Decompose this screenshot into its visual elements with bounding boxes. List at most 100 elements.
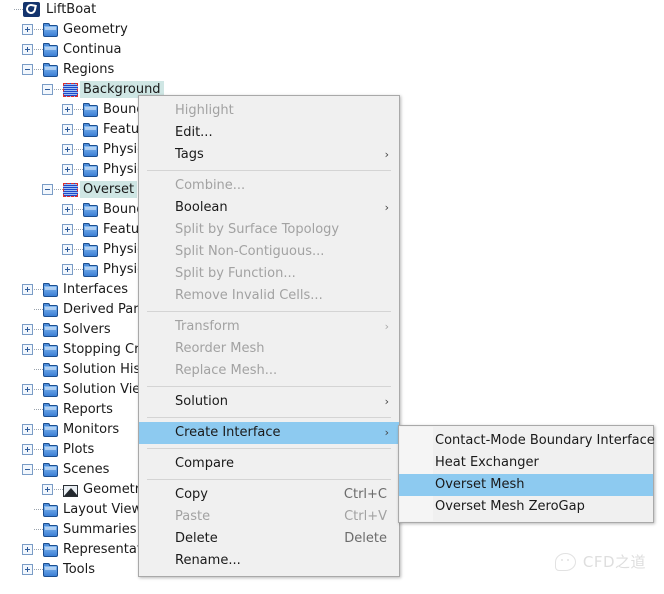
expand-icon[interactable] (22, 444, 33, 455)
menu-item: Replace Mesh... (139, 360, 399, 382)
menu-item-label: Combine... (175, 178, 246, 193)
folder-icon (43, 43, 58, 57)
tree-item-label: Layout Views (63, 502, 149, 517)
folder-icon (43, 423, 58, 437)
menu-separator (147, 170, 391, 171)
menu-item[interactable]: Edit... (139, 122, 399, 144)
expand-icon[interactable] (22, 24, 33, 35)
expand-icon[interactable] (22, 324, 33, 335)
folder-icon (83, 243, 98, 257)
expand-icon[interactable] (62, 244, 73, 255)
expand-icon[interactable] (22, 424, 33, 435)
collapse-icon[interactable] (42, 184, 53, 195)
tree-item[interactable]: Geometry (0, 20, 420, 40)
tree-connector (74, 249, 83, 251)
folder-icon (83, 203, 98, 217)
menu-item-label: Split Non-Contiguous... (175, 244, 325, 259)
tree-connector (74, 209, 83, 211)
context-menu[interactable]: Highlight Edit... Tags › Combine... Boolean › S… (138, 95, 400, 577)
create-interface-submenu[interactable]: Contact-Mode Boundary Interface Heat Exch… (398, 425, 655, 523)
expand-icon[interactable] (62, 144, 73, 155)
folder-icon (43, 403, 58, 417)
tree-connector (34, 29, 43, 31)
menu-item-label: Split by Surface Topology (175, 222, 340, 237)
menu-item-label: Split by Function... (175, 266, 296, 281)
menu-item[interactable]: Solution › (139, 391, 399, 413)
menu-separator (147, 386, 391, 387)
collapse-icon[interactable] (22, 464, 33, 475)
folder-icon (43, 503, 58, 517)
folder-icon (43, 463, 58, 477)
folder-icon (43, 23, 58, 37)
expand-icon[interactable] (22, 44, 33, 55)
expand-icon[interactable] (62, 224, 73, 235)
expand-icon[interactable] (62, 164, 73, 175)
tree-connector (34, 49, 43, 51)
folder-icon (83, 223, 98, 237)
expand-icon[interactable] (62, 104, 73, 115)
tree-item[interactable]: LiftBoat (0, 0, 420, 20)
wechat-icon (554, 552, 576, 571)
menu-item: Highlight (139, 100, 399, 122)
menu-separator (147, 311, 391, 312)
folder-icon (43, 383, 58, 397)
folder-icon (43, 443, 58, 457)
submenu-item[interactable]: Overset Mesh (399, 474, 653, 496)
expand-icon[interactable] (62, 264, 73, 275)
expand-icon[interactable] (62, 204, 73, 215)
menu-item[interactable]: Create Interface › (139, 422, 399, 444)
tree-item-label: Regions (63, 62, 115, 77)
menu-item-label: Boolean (175, 200, 228, 215)
submenu-item[interactable]: Overset Mesh ZeroGap (399, 496, 653, 518)
collapse-icon[interactable] (42, 84, 53, 95)
folder-icon (43, 343, 58, 357)
tree-item-label: Overset (80, 181, 138, 198)
tree-connector (34, 409, 43, 411)
menu-item[interactable]: Delete Delete (139, 528, 399, 550)
collapse-icon[interactable] (22, 64, 33, 75)
menu-item[interactable]: Compare (139, 453, 399, 475)
menu-item[interactable]: Boolean › (139, 197, 399, 219)
menu-item[interactable]: Rename... (139, 550, 399, 572)
tree-connector (54, 189, 63, 191)
folder-icon (83, 163, 98, 177)
menu-item: Remove Invalid Cells... (139, 285, 399, 307)
expand-icon[interactable] (22, 344, 33, 355)
tree-connector (34, 449, 43, 451)
region-icon (63, 83, 78, 97)
expand-icon[interactable] (22, 564, 33, 575)
menu-item-label: Create Interface (175, 425, 281, 440)
expand-icon[interactable] (22, 384, 33, 395)
tree-connector (74, 129, 83, 131)
menu-item: Split by Function... (139, 263, 399, 285)
expand-icon[interactable] (42, 484, 53, 495)
tree-item-label: Geometry (63, 22, 128, 37)
folder-icon (43, 283, 58, 297)
menu-item-label: Solution (175, 394, 228, 409)
tree-connector (74, 109, 83, 111)
menu-item: Paste Ctrl+V (139, 506, 399, 528)
expand-icon[interactable] (22, 544, 33, 555)
expand-icon[interactable] (62, 124, 73, 135)
expand-icon[interactable] (22, 284, 33, 295)
chevron-right-icon: › (384, 426, 389, 439)
submenu-item[interactable]: Contact-Mode Boundary Interface (399, 430, 655, 452)
region-icon (63, 183, 78, 197)
menu-item[interactable]: Tags › (139, 144, 399, 166)
tree-connector (74, 269, 83, 271)
menu-item-label: Paste (175, 509, 211, 524)
folder-icon (83, 143, 98, 157)
menu-item[interactable]: Copy Ctrl+C (139, 484, 399, 506)
tree-connector (14, 9, 23, 11)
menu-item: Combine... (139, 175, 399, 197)
tree-connector (34, 289, 43, 291)
chevron-right-icon: › (384, 320, 389, 333)
folder-icon (43, 523, 58, 537)
tree-connector (34, 389, 43, 391)
tree-item[interactable]: Continua (0, 40, 420, 60)
tree-connector (34, 349, 43, 351)
tree-item[interactable]: Regions (0, 60, 420, 80)
submenu-item[interactable]: Heat Exchanger (399, 452, 653, 474)
